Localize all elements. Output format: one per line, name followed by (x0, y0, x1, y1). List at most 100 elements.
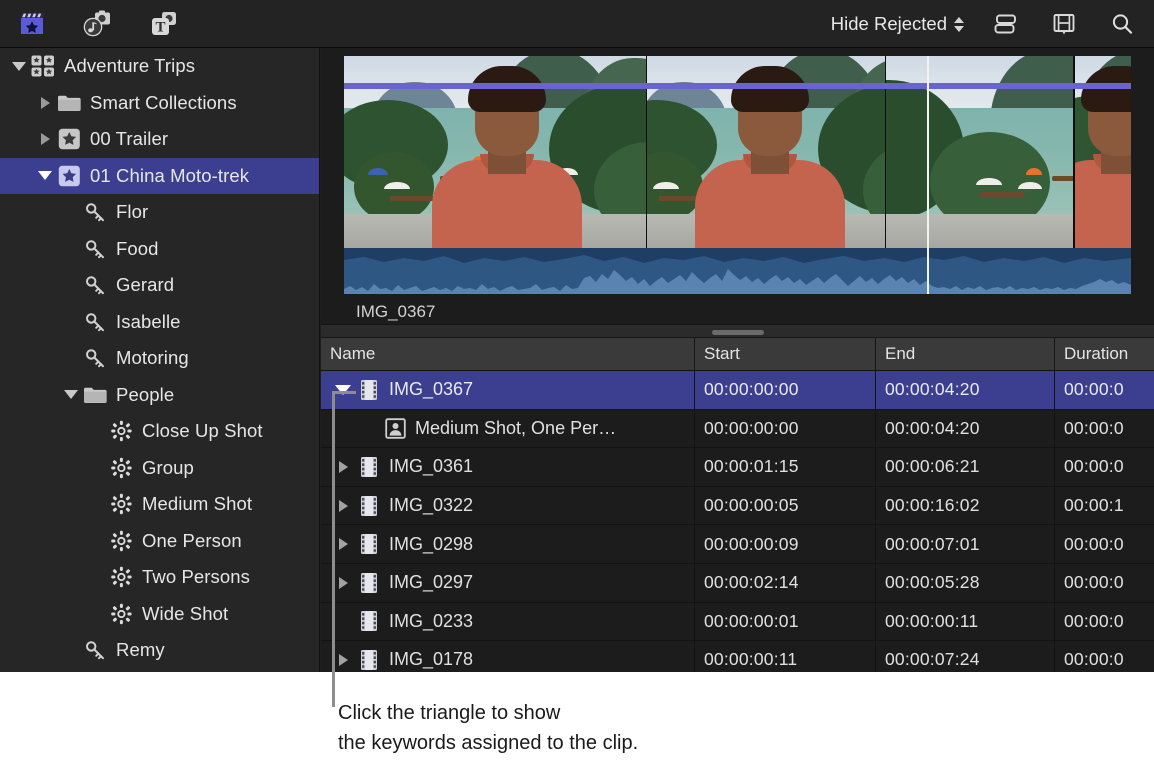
cell-end: 00:00:07:24 (876, 641, 1055, 672)
analysis-keyword-icon (108, 566, 134, 588)
table-row[interactable]: IMG_036100:00:01:1500:00:06:2100:00:0 (321, 448, 1154, 487)
sidebar-item-label: People (116, 384, 174, 406)
browser-pane: IMG_0367 Name Start End Duration (321, 48, 1154, 672)
cell-name-label: IMG_0297 (389, 572, 473, 593)
list-view-icon[interactable] (988, 8, 1024, 40)
hide-rejected-filter[interactable]: Hide Rejected (831, 13, 966, 35)
analysis-keyword-icon (108, 603, 134, 625)
callout-text: Click the triangle to show the keywords … (338, 698, 638, 758)
callout-leader-horizontal (332, 391, 356, 394)
svg-text:T: T (155, 20, 165, 36)
sidebar-item-adventure-trips[interactable]: Adventure Trips (0, 48, 319, 85)
column-header-end[interactable]: End (876, 338, 1055, 370)
hide-rejected-label: Hide Rejected (831, 13, 947, 35)
sidebar-item-motoring[interactable]: Motoring (0, 340, 319, 377)
cell-duration: 00:00:0 (1055, 525, 1154, 563)
disclosure-triangle-open-icon[interactable] (60, 390, 82, 399)
photos-audio-icon[interactable] (80, 8, 116, 40)
playhead[interactable] (927, 56, 929, 294)
cell-start: 00:00:00:01 (695, 603, 876, 641)
sidebar-item-wide-shot[interactable]: Wide Shot (0, 596, 319, 633)
sidebar-item-label: Adventure Trips (64, 55, 195, 77)
sidebar-item-flor[interactable]: Flor (0, 194, 319, 231)
chevron-updown-icon (954, 17, 964, 32)
keyword-icon (82, 274, 108, 296)
sidebar-item-group[interactable]: Group (0, 450, 319, 487)
disclosure-triangle-closed-icon[interactable] (34, 133, 56, 145)
cell-duration: 00:00:1 (1055, 487, 1154, 525)
sidebar-item-remy[interactable]: Remy (0, 632, 319, 669)
pane-splitter[interactable] (321, 324, 1154, 338)
sidebar-item-smart-collections[interactable]: Smart Collections (0, 85, 319, 122)
table-row[interactable]: IMG_023300:00:00:0100:00:00:1100:00:0 (321, 603, 1154, 642)
filmstrip-view-icon[interactable] (1046, 8, 1082, 40)
sidebar-item-label: Close Up Shot (142, 420, 263, 442)
clip-list: Name Start End Duration IMG_036700:00:00… (321, 338, 1154, 672)
table-row[interactable]: IMG_017800:00:00:1100:00:07:2400:00:0 (321, 641, 1154, 672)
cell-name-label: IMG_0322 (389, 495, 473, 516)
library-icon (30, 55, 56, 77)
sidebar-item-food[interactable]: Food (0, 231, 319, 268)
cell-duration: 00:00:0 (1055, 603, 1154, 641)
cell-end: 00:00:05:28 (876, 564, 1055, 602)
cell-end: 00:00:06:21 (876, 448, 1055, 486)
search-icon[interactable] (1104, 8, 1140, 40)
sidebar-item-label: Wide Shot (142, 603, 228, 625)
splitter-grip (712, 330, 764, 335)
clip-icon (356, 649, 382, 671)
cell-name: IMG_0178 (321, 641, 695, 672)
sidebar-item-isabelle[interactable]: Isabelle (0, 304, 319, 341)
sidebar-item-one-person[interactable]: One Person (0, 523, 319, 560)
column-header-duration[interactable]: Duration (1055, 338, 1154, 370)
table-row[interactable]: IMG_032200:00:00:0500:00:16:0200:00:1 (321, 487, 1154, 526)
cell-duration: 00:00:0 (1055, 371, 1154, 409)
cell-start: 00:00:02:14 (695, 564, 876, 602)
clip-icon (356, 379, 382, 401)
clip-icon (356, 533, 382, 555)
sidebar-item-medium-shot[interactable]: Medium Shot (0, 486, 319, 523)
disclosure-triangle-closed-icon[interactable] (34, 97, 56, 109)
filmstrip-clip-name: IMG_0367 (356, 302, 435, 322)
sidebar[interactable]: Adventure Trips Smart Collections 00 Tra… (0, 48, 320, 672)
sidebar-item-00-trailer[interactable]: 00 Trailer (0, 121, 319, 158)
toolbar: T Hide Rejected (0, 0, 1154, 48)
titles-generators-icon[interactable]: T (146, 8, 182, 40)
table-row[interactable]: IMG_029700:00:02:1400:00:05:2800:00:0 (321, 564, 1154, 603)
sidebar-item-gerard[interactable]: Gerard (0, 267, 319, 304)
event-icon (56, 128, 82, 150)
sidebar-item-label: Food (116, 238, 159, 260)
cell-duration: 00:00:0 (1055, 448, 1154, 486)
cell-name: Medium Shot, One Per… (321, 410, 695, 448)
cell-start: 00:00:00:05 (695, 487, 876, 525)
sidebar-item-label: Two Persons (142, 566, 250, 588)
cell-start: 00:00:01:15 (695, 448, 876, 486)
column-header-start[interactable]: Start (695, 338, 876, 370)
libraries-icon[interactable] (14, 8, 50, 40)
keyword-icon (82, 238, 108, 260)
analysis-keyword-icon (108, 530, 134, 552)
table-row[interactable]: IMG_036700:00:00:0000:00:04:2000:00:0 (321, 371, 1154, 410)
table-body: IMG_036700:00:00:0000:00:04:2000:00:0 Me… (321, 371, 1154, 672)
clip-icon (356, 456, 382, 478)
analysis-keyword-icon (108, 457, 134, 479)
keyword-icon (82, 201, 108, 223)
analysis-keyword-icon (108, 420, 134, 442)
sidebar-item-people[interactable]: People (0, 377, 319, 414)
sidebar-item-01-china-moto-trek[interactable]: 01 China Moto-trek (0, 158, 319, 195)
disclosure-triangle-open-icon[interactable] (34, 171, 56, 180)
sidebar-item-label: 01 China Moto-trek (90, 165, 249, 187)
sidebar-item-two-persons[interactable]: Two Persons (0, 559, 319, 596)
clip-filmstrip[interactable] (344, 56, 1131, 294)
cell-name-label: IMG_0367 (389, 379, 473, 400)
audio-waveform (344, 248, 1131, 294)
table-row[interactable]: IMG_029800:00:00:0900:00:07:0100:00:0 (321, 525, 1154, 564)
column-header-name[interactable]: Name (321, 338, 695, 370)
cell-end: 00:00:00:11 (876, 603, 1055, 641)
filmstrip-area: IMG_0367 (321, 48, 1154, 324)
sidebar-item-label: Remy (116, 639, 165, 661)
cell-name: IMG_0361 (321, 448, 695, 486)
disclosure-triangle-open-icon[interactable] (8, 62, 30, 71)
table-row[interactable]: Medium Shot, One Per…00:00:00:0000:00:04… (321, 410, 1154, 449)
sidebar-item-label: Group (142, 457, 194, 479)
sidebar-item-close-up-shot[interactable]: Close Up Shot (0, 413, 319, 450)
